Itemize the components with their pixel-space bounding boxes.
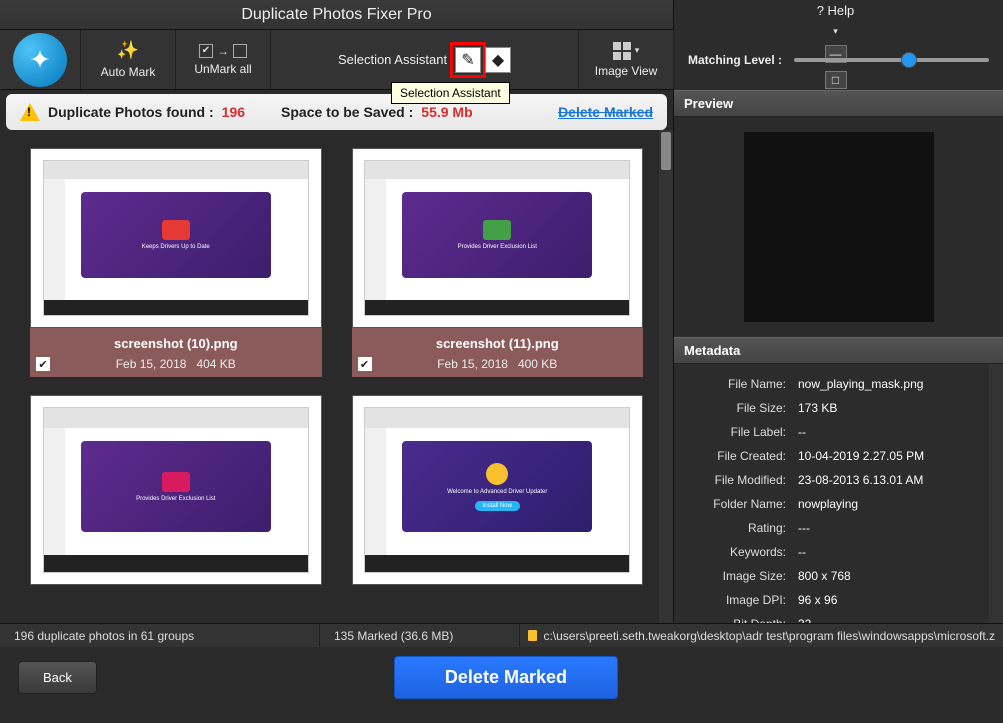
info-bar: Duplicate Photos found : 196 Space to be…	[6, 94, 667, 130]
metadata-row: File Size: 173 KB	[674, 396, 1003, 420]
metadata-row: Image DPI: 96 x 96	[674, 588, 1003, 612]
thumbnail-card[interactable]: Keeps Drivers Up to Date screenshot (10)…	[30, 148, 322, 377]
metadata-value: nowplaying	[798, 497, 858, 511]
metadata-value: ---	[798, 521, 810, 535]
status-summary: 196 duplicate photos in 61 groups	[0, 624, 320, 647]
status-path: c:\users\preeti.seth.tweakorg\desktop\ad…	[520, 629, 1003, 643]
metadata-row: Rating: ---	[674, 516, 1003, 540]
metadata-key: Rating:	[686, 521, 786, 535]
thumbnail-filename: screenshot (10).png	[34, 336, 318, 351]
space-value: 55.9 Mb	[421, 104, 472, 120]
preview-image	[744, 132, 934, 322]
metadata-value: 32	[798, 617, 811, 623]
metadata-value: 23-08-2013 6.13.01 AM	[798, 473, 923, 487]
thumbnail-card[interactable]: Welcome to Advanced Driver UpdaterInstal…	[352, 395, 644, 585]
main-area: Duplicate Photos found : 196 Space to be…	[0, 90, 1003, 623]
matching-level-control: Matching Level :	[673, 30, 1003, 89]
metadata-key: Bit Depth:	[686, 617, 786, 623]
metadata-header: Metadata	[674, 337, 1003, 364]
thumbnail-image[interactable]: Provides Driver Exclusion List	[352, 148, 644, 328]
metadata-key: Folder Name:	[686, 497, 786, 511]
thumbnail-checkbox[interactable]: ✔	[358, 357, 372, 371]
thumbnail-image[interactable]: Provides Driver Exclusion List	[30, 395, 322, 585]
metadata-row: Keywords: --	[674, 540, 1003, 564]
selection-assistant-button[interactable]: ✎	[455, 47, 481, 73]
delete-marked-button[interactable]: Delete Marked	[394, 656, 618, 699]
grid-icon: ▾	[613, 42, 640, 60]
preview-header: Preview	[674, 90, 1003, 117]
thumbnail-card[interactable]: Provides Driver Exclusion List screensho…	[352, 148, 644, 377]
grid-scrollbar[interactable]	[659, 130, 673, 623]
metadata-value: 10-04-2019 2.27.05 PM	[798, 449, 924, 463]
metadata-row: File Modified: 23-08-2013 6.13.01 AM	[674, 468, 1003, 492]
selection-assistant-group: Selection Assistant ✎ ◆ Selection Assist…	[270, 30, 578, 89]
found-count: 196	[222, 104, 245, 120]
thumbnail-card[interactable]: Provides Driver Exclusion List	[30, 395, 322, 585]
metadata-row: Folder Name: nowplaying	[674, 492, 1003, 516]
metadata-row: File Name: now_playing_mask.png	[674, 372, 1003, 396]
space-label: Space to be Saved :	[281, 104, 413, 120]
thumbnail-meta: screenshot (10).png Feb 15, 2018 404 KB …	[30, 328, 322, 377]
metadata-row: Bit Depth: 32	[674, 612, 1003, 623]
app-title: Duplicate Photos Fixer Pro	[0, 6, 673, 24]
unmark-all-button[interactable]: ✔→ UnMark all	[175, 30, 270, 89]
metadata-value: --	[798, 425, 806, 439]
auto-mark-button[interactable]: ✨ Auto Mark	[80, 30, 175, 89]
app-logo	[0, 30, 80, 89]
folder-icon	[528, 630, 537, 641]
metadata-value: 800 x 768	[798, 569, 851, 583]
metadata-row: File Label: --	[674, 420, 1003, 444]
metadata-row: Image Size: 800 x 768	[674, 564, 1003, 588]
matching-level-label: Matching Level :	[688, 53, 782, 67]
metadata-value: now_playing_mask.png	[798, 377, 923, 391]
metadata-value: 173 KB	[798, 401, 837, 415]
metadata-list: File Name: now_playing_mask.png File Size:…	[674, 364, 1003, 623]
selection-assistant-label: Selection Assistant	[338, 52, 447, 67]
metadata-value: 96 x 96	[798, 593, 837, 607]
metadata-key: File Name:	[686, 377, 786, 391]
results-pane: Duplicate Photos found : 196 Space to be…	[0, 90, 673, 623]
found-label: Duplicate Photos found :	[48, 104, 214, 120]
main-toolbar: ✨ Auto Mark ✔→ UnMark all Selection Assi…	[0, 30, 1003, 90]
thumbnail-checkbox[interactable]: ✔	[36, 357, 50, 371]
metadata-value: --	[798, 545, 806, 559]
metadata-key: Image Size:	[686, 569, 786, 583]
metadata-key: Keywords:	[686, 545, 786, 559]
thumbnail-image[interactable]: Keeps Drivers Up to Date	[30, 148, 322, 328]
help-link[interactable]: ? Help	[817, 3, 855, 18]
metadata-scrollbar[interactable]	[989, 364, 1003, 623]
details-pane: Preview Metadata File Name: now_playing_m…	[673, 90, 1003, 623]
eraser-button[interactable]: ◆	[485, 47, 511, 73]
bottom-bar: Back Delete Marked	[0, 647, 1003, 707]
thumbnail-grid-area: Keeps Drivers Up to Date screenshot (10)…	[0, 130, 673, 623]
thumbnail-sub: Feb 15, 2018 400 KB	[356, 357, 640, 371]
wand-icon: ✨	[117, 40, 139, 61]
scrollbar-thumb[interactable]	[661, 132, 671, 170]
image-view-button[interactable]: ▾ Image View	[578, 30, 673, 89]
delete-marked-link[interactable]: Delete Marked	[558, 104, 653, 120]
status-marked: 135 Marked (36.6 MB)	[320, 624, 520, 647]
metadata-key: File Created:	[686, 449, 786, 463]
tooltip: Selection Assistant	[391, 82, 510, 104]
slider-thumb[interactable]	[901, 52, 917, 68]
title-bar: Duplicate Photos Fixer Pro ▾ ⚙ Settings …	[0, 0, 1003, 30]
metadata-key: Image DPI:	[686, 593, 786, 607]
status-bar: 196 duplicate photos in 61 groups 135 Ma…	[0, 623, 1003, 647]
unmark-icon: ✔→	[199, 44, 247, 58]
back-button[interactable]: Back	[18, 661, 97, 694]
metadata-row: File Created: 10-04-2019 2.27.05 PM	[674, 444, 1003, 468]
warning-icon	[20, 103, 40, 121]
metadata-key: File Size:	[686, 401, 786, 415]
metadata-key: File Modified:	[686, 473, 786, 487]
metadata-key: File Label:	[686, 425, 786, 439]
preview-box	[674, 117, 1003, 337]
thumbnail-sub: Feb 15, 2018 404 KB	[34, 357, 318, 371]
thumbnail-image[interactable]: Welcome to Advanced Driver UpdaterInstal…	[352, 395, 644, 585]
thumbnail-grid: Keeps Drivers Up to Date screenshot (10)…	[12, 136, 661, 597]
thumbnail-meta: screenshot (11).png Feb 15, 2018 400 KB …	[352, 328, 644, 377]
thumbnail-filename: screenshot (11).png	[356, 336, 640, 351]
matching-level-slider[interactable]	[794, 58, 989, 62]
